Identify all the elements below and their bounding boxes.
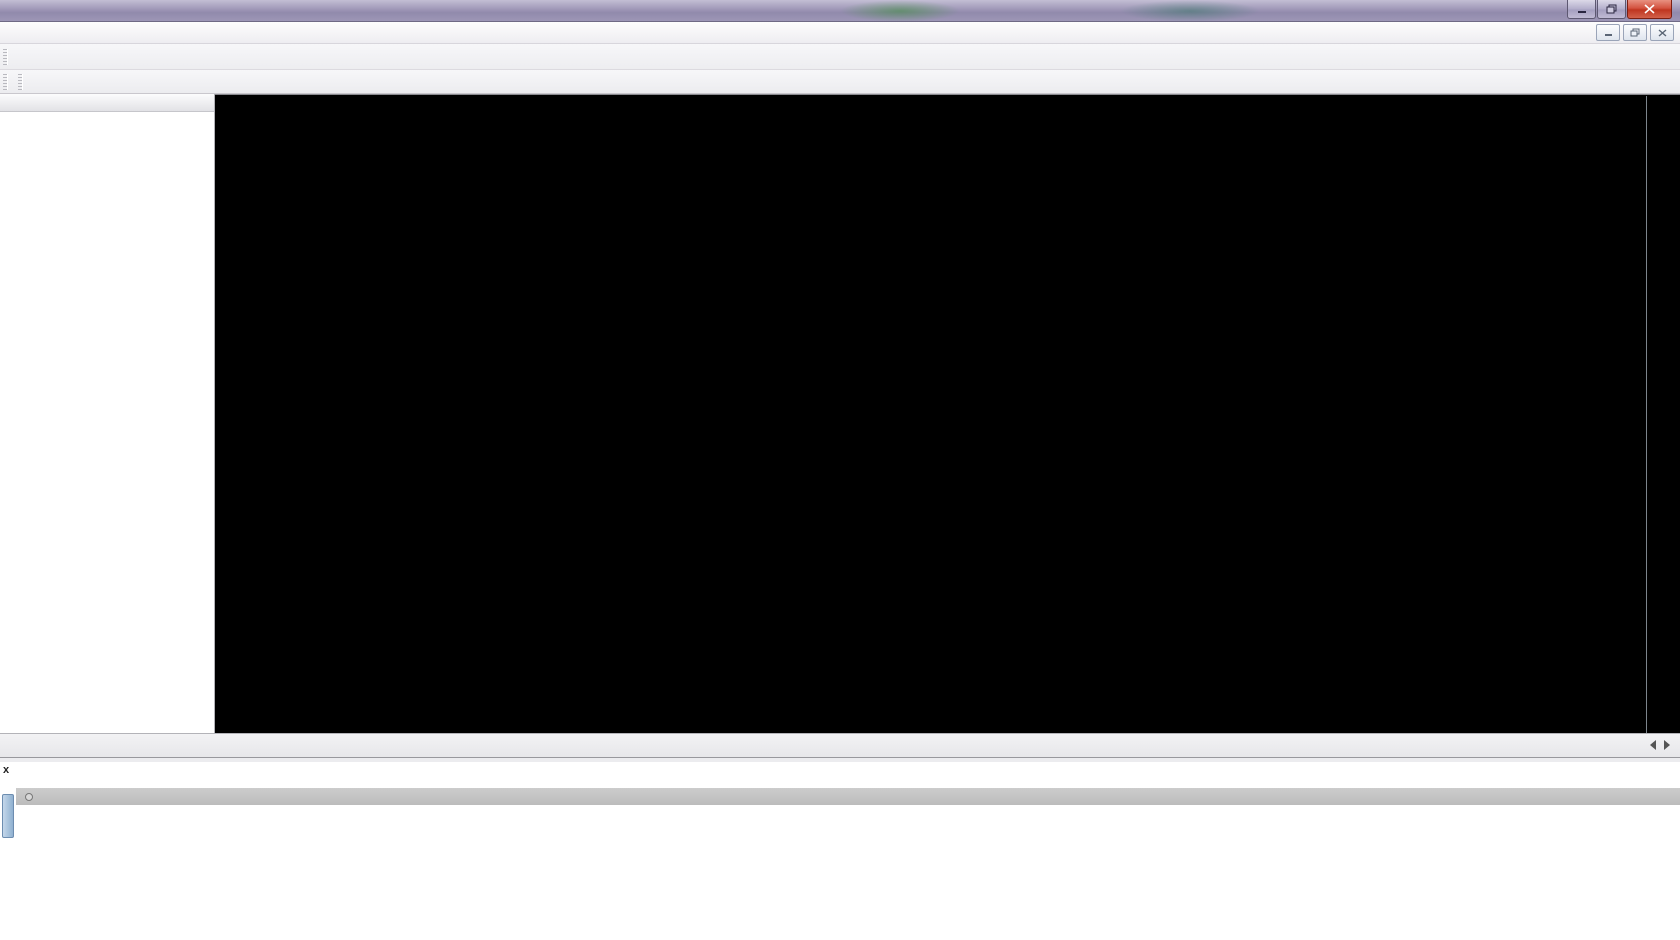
- price-chart-canvas[interactable]: [217, 96, 1645, 733]
- tab-scroll-left-icon[interactable]: [1650, 740, 1656, 750]
- toolbar-grip[interactable]: [3, 73, 8, 90]
- balance-row: [16, 788, 1680, 805]
- terminal-splitter[interactable]: [0, 758, 1680, 762]
- minimize-button[interactable]: [1567, 0, 1596, 19]
- toolbar-grip[interactable]: [3, 48, 8, 65]
- terminal-panel: x: [0, 757, 1680, 940]
- metatrader-app-icon: [5, 3, 21, 19]
- mdi-minimize-button[interactable]: [1596, 24, 1620, 41]
- chart-window: [215, 94, 1680, 733]
- toolbar-grip[interactable]: [18, 73, 23, 90]
- price-scale[interactable]: [1646, 96, 1680, 733]
- balance-status-icon: [25, 792, 33, 801]
- bottom-tab-bar: [0, 733, 1680, 757]
- standard-toolbar: [0, 44, 1680, 70]
- restore-button[interactable]: [1597, 0, 1626, 19]
- navigator-panel: [0, 94, 215, 733]
- navigator-header: [0, 94, 214, 112]
- close-button[interactable]: [1627, 0, 1672, 19]
- line-studies-toolbar: [0, 70, 1680, 94]
- terminal-close-icon[interactable]: x: [3, 765, 9, 776]
- mdi-close-button[interactable]: [1650, 24, 1674, 41]
- chart-document-icon: [5, 25, 21, 41]
- terminal-side-handle[interactable]: [2, 794, 14, 838]
- aero-glass-blob: [1120, 0, 1260, 22]
- terminal-gutter: x: [0, 762, 16, 940]
- tab-scroll-right-icon[interactable]: [1664, 740, 1670, 750]
- title-bar: [0, 0, 1680, 22]
- aero-glass-blob: [840, 0, 960, 22]
- menu-bar: [0, 22, 1680, 44]
- mdi-restore-button[interactable]: [1623, 24, 1647, 41]
